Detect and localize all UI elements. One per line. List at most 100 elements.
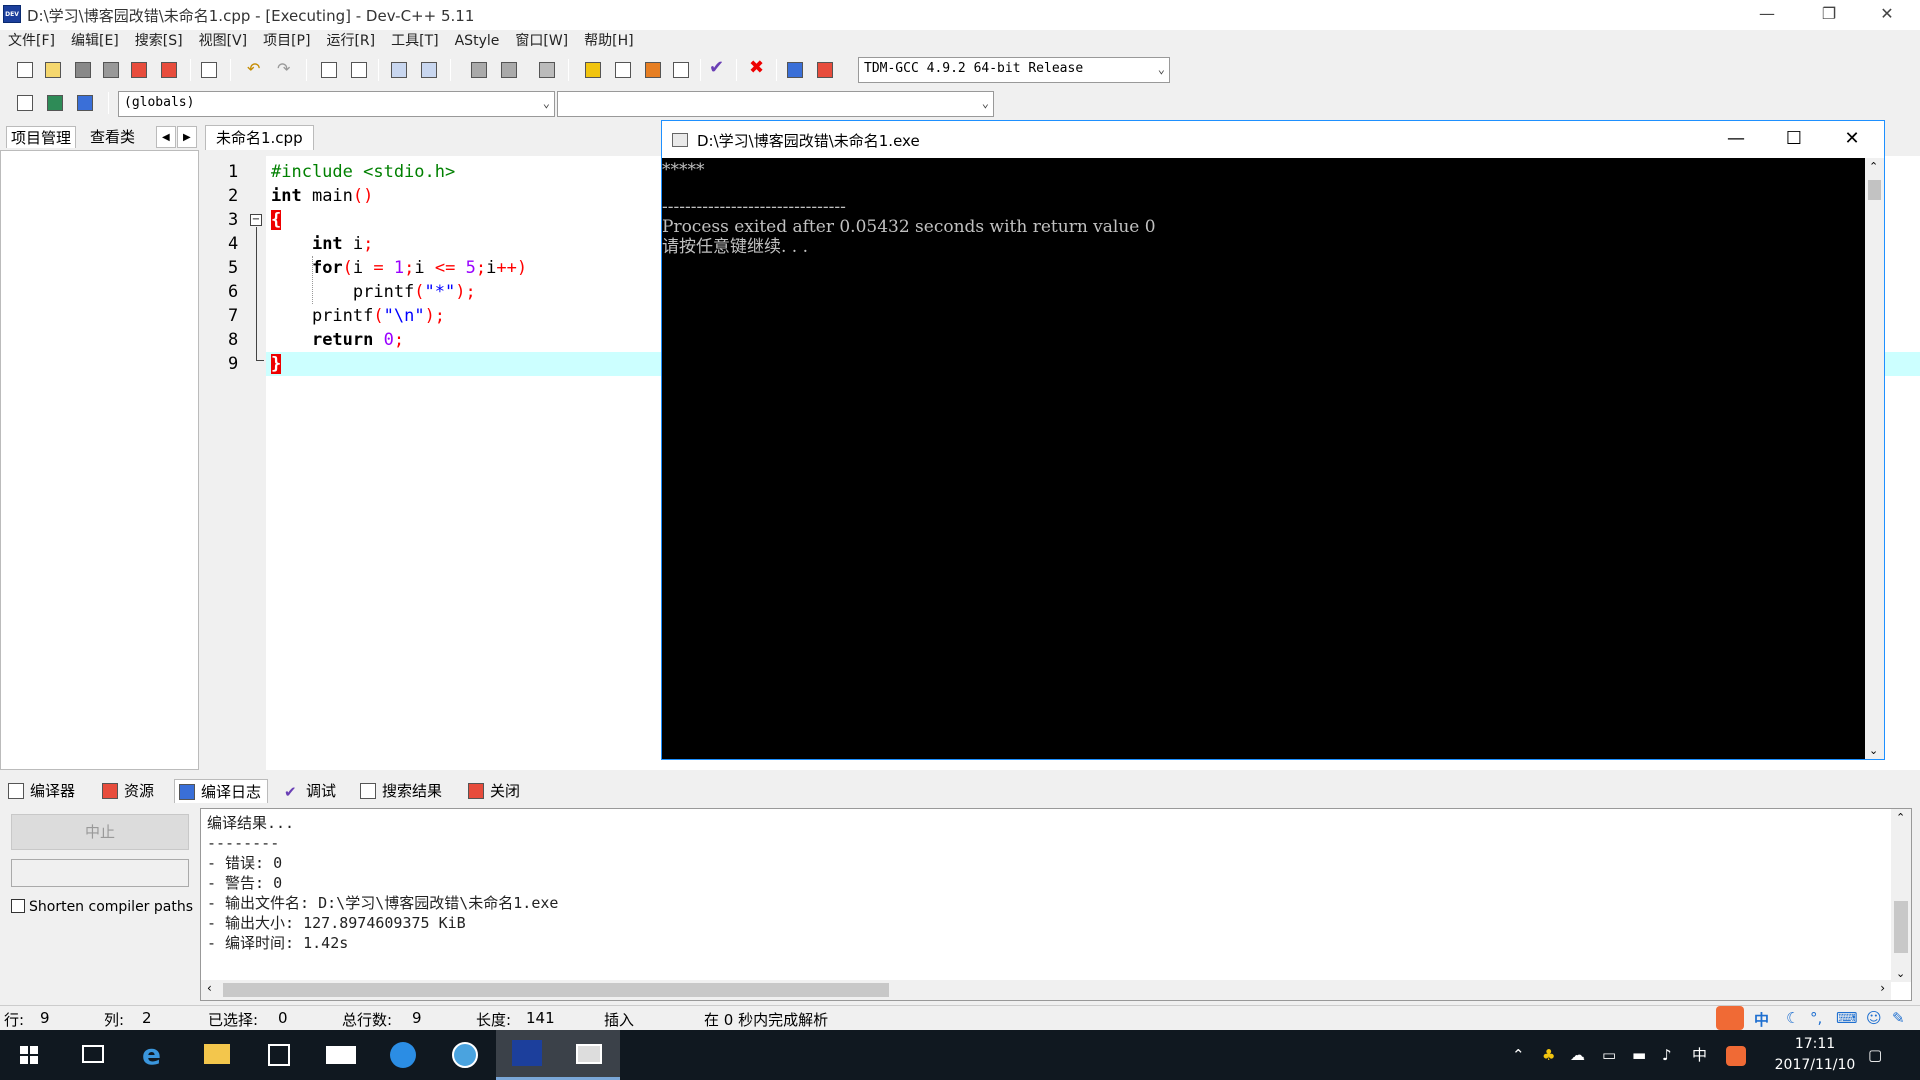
bookmark-icon[interactable] — [536, 59, 558, 81]
tab-compiler[interactable]: 编译器 — [4, 779, 81, 803]
devcpp-taskbar-icon[interactable] — [496, 1030, 558, 1080]
tab-nav-next[interactable]: ▶ — [177, 126, 197, 148]
scroll-up-icon[interactable]: ⌃ — [1869, 160, 1878, 173]
stop-button[interactable]: 中止 — [11, 814, 189, 850]
wrench-icon[interactable]: ✎ — [1892, 1009, 1905, 1027]
stop-execution-icon[interactable]: ✖ — [746, 57, 768, 81]
menu-edit[interactable]: 编辑[E] — [63, 30, 127, 52]
tray-ime-logo-icon[interactable] — [1726, 1030, 1746, 1080]
console-maximize-button[interactable]: ☐ — [1765, 121, 1823, 158]
function-select[interactable]: ⌄ — [557, 91, 994, 117]
find-icon[interactable] — [318, 59, 340, 81]
scroll-left-icon[interactable]: ‹ — [207, 981, 212, 995]
console-window[interactable]: D:\学习\博客园改错\未命名1.exe — ☐ ✕ ***** -------… — [661, 120, 1885, 760]
scroll-up-icon[interactable]: ⌃ — [1896, 811, 1905, 824]
console-scrollbar[interactable]: ⌃ ⌄ — [1865, 158, 1884, 759]
browser-icon[interactable] — [372, 1030, 434, 1080]
scroll-down-icon[interactable]: ⌄ — [1896, 967, 1905, 980]
tab-close[interactable]: 关闭 — [464, 779, 526, 803]
delete-profile-icon[interactable] — [814, 59, 836, 81]
menu-astyle[interactable]: AStyle — [447, 30, 508, 52]
rebuild-icon[interactable] — [670, 59, 692, 81]
profile-icon[interactable] — [784, 59, 806, 81]
replace-icon[interactable] — [348, 59, 370, 81]
punctuation-icon[interactable]: °, — [1810, 1009, 1822, 1027]
log-vscroll-thumb[interactable] — [1894, 901, 1908, 953]
open-file-icon[interactable] — [42, 59, 64, 81]
battery-icon[interactable]: ▬ — [1632, 1030, 1646, 1080]
volume-icon[interactable]: ♪ — [1662, 1030, 1672, 1080]
compile-icon[interactable] — [582, 59, 604, 81]
console-close-button[interactable]: ✕ — [1823, 121, 1881, 158]
goto-bookmark-icon[interactable] — [74, 92, 96, 114]
network-icon[interactable]: ▭ — [1602, 1030, 1616, 1080]
print-icon[interactable] — [198, 59, 220, 81]
file-explorer-icon[interactable] — [186, 1030, 248, 1080]
tray-chevron-icon[interactable]: ⌃ — [1512, 1030, 1525, 1080]
checkbox-box[interactable] — [11, 899, 25, 913]
project-tree[interactable] — [0, 150, 199, 770]
compiler-select[interactable]: TDM-GCC 4.9.2 64-bit Release ⌄ — [858, 57, 1170, 83]
menu-file[interactable]: 文件[F] — [0, 30, 63, 52]
tab-classes[interactable]: 查看类 — [86, 126, 139, 148]
menu-search[interactable]: 搜索[S] — [127, 30, 191, 52]
log-hscroll-thumb[interactable] — [223, 983, 889, 997]
ime-mode[interactable]: 中 — [1754, 1009, 1769, 1030]
file-tab[interactable]: 未命名1.cpp — [205, 125, 314, 150]
menu-view[interactable]: 视图[V] — [191, 30, 256, 52]
tab-search-results[interactable]: 搜索结果 — [356, 779, 448, 803]
console-taskbar-icon[interactable] — [558, 1030, 620, 1080]
undo-icon[interactable]: ↶ — [244, 59, 266, 81]
console-output[interactable]: ***** -------------------------------- P… — [662, 158, 1865, 759]
ime-logo-icon[interactable] — [1716, 1006, 1744, 1030]
menu-tools[interactable]: 工具[T] — [383, 30, 446, 52]
mail-icon[interactable] — [310, 1030, 372, 1080]
start-button[interactable] — [0, 1030, 62, 1080]
close-all-icon[interactable] — [158, 59, 180, 81]
edge-browser-icon[interactable]: e — [124, 1030, 186, 1080]
check-syntax-icon[interactable]: ✔ — [706, 57, 728, 81]
tab-resources[interactable]: 资源 — [98, 779, 160, 803]
close-file-icon[interactable] — [128, 59, 150, 81]
goto-left-icon[interactable] — [468, 59, 490, 81]
tab-nav-prev[interactable]: ◀ — [156, 126, 176, 148]
shorten-paths-checkbox[interactable]: Shorten compiler paths — [11, 898, 193, 916]
toggle-bookmark-icon[interactable] — [44, 92, 66, 114]
ie-icon[interactable] — [434, 1030, 496, 1080]
compile-run-icon[interactable] — [642, 59, 664, 81]
menu-window[interactable]: 窗口[W] — [507, 30, 576, 52]
tray-ime[interactable]: 中 — [1692, 1030, 1707, 1080]
tab-compile-log[interactable]: 编译日志 — [174, 779, 269, 803]
cloud-icon[interactable]: ☁ — [1570, 1030, 1585, 1080]
fold-minus-icon[interactable]: − — [250, 214, 262, 226]
scroll-down-icon[interactable]: ⌄ — [1869, 744, 1878, 757]
task-view-icon[interactable] — [62, 1030, 124, 1080]
menu-run[interactable]: 运行[R] — [318, 30, 383, 52]
user-icon[interactable]: ☺ — [1866, 1009, 1882, 1027]
tab-debug[interactable]: ✔ 调试 — [280, 779, 342, 803]
moon-icon[interactable]: ☾ — [1786, 1009, 1799, 1027]
new-file-icon[interactable] — [14, 59, 36, 81]
store-icon[interactable] — [248, 1030, 310, 1080]
tray-app-icon[interactable]: ♣ — [1542, 1030, 1555, 1080]
indent-icon[interactable] — [388, 59, 410, 81]
goto-right-icon[interactable] — [498, 59, 520, 81]
save-all-icon[interactable] — [100, 59, 122, 81]
menu-help[interactable]: 帮助[H] — [576, 30, 641, 52]
console-scroll-thumb[interactable] — [1868, 180, 1881, 200]
scope-select[interactable]: (globals) ⌄ — [118, 91, 555, 117]
tab-project[interactable]: 项目管理 — [6, 126, 77, 148]
insert-icon[interactable] — [14, 92, 36, 114]
clock[interactable]: 17:11 2017/11/10 — [1770, 1034, 1860, 1076]
run-icon[interactable] — [612, 59, 634, 81]
minimize-button[interactable]: — — [1738, 0, 1796, 30]
close-button[interactable]: ✕ — [1858, 0, 1916, 30]
log-hscrollbar[interactable]: ‹ › — [201, 980, 1891, 1000]
log-vscrollbar[interactable]: ⌃ ⌄ — [1891, 809, 1911, 982]
save-icon[interactable] — [72, 59, 94, 81]
redo-icon[interactable]: ↷ — [274, 59, 296, 81]
keyboard-icon[interactable]: ⌨ — [1836, 1009, 1858, 1027]
notification-icon[interactable]: ▢ — [1868, 1030, 1882, 1080]
compile-log[interactable]: 编译结果... -------- - 错误: 0 - 警告: 0 - 输出文件名… — [200, 808, 1912, 1001]
scroll-right-icon[interactable]: › — [1880, 981, 1885, 995]
